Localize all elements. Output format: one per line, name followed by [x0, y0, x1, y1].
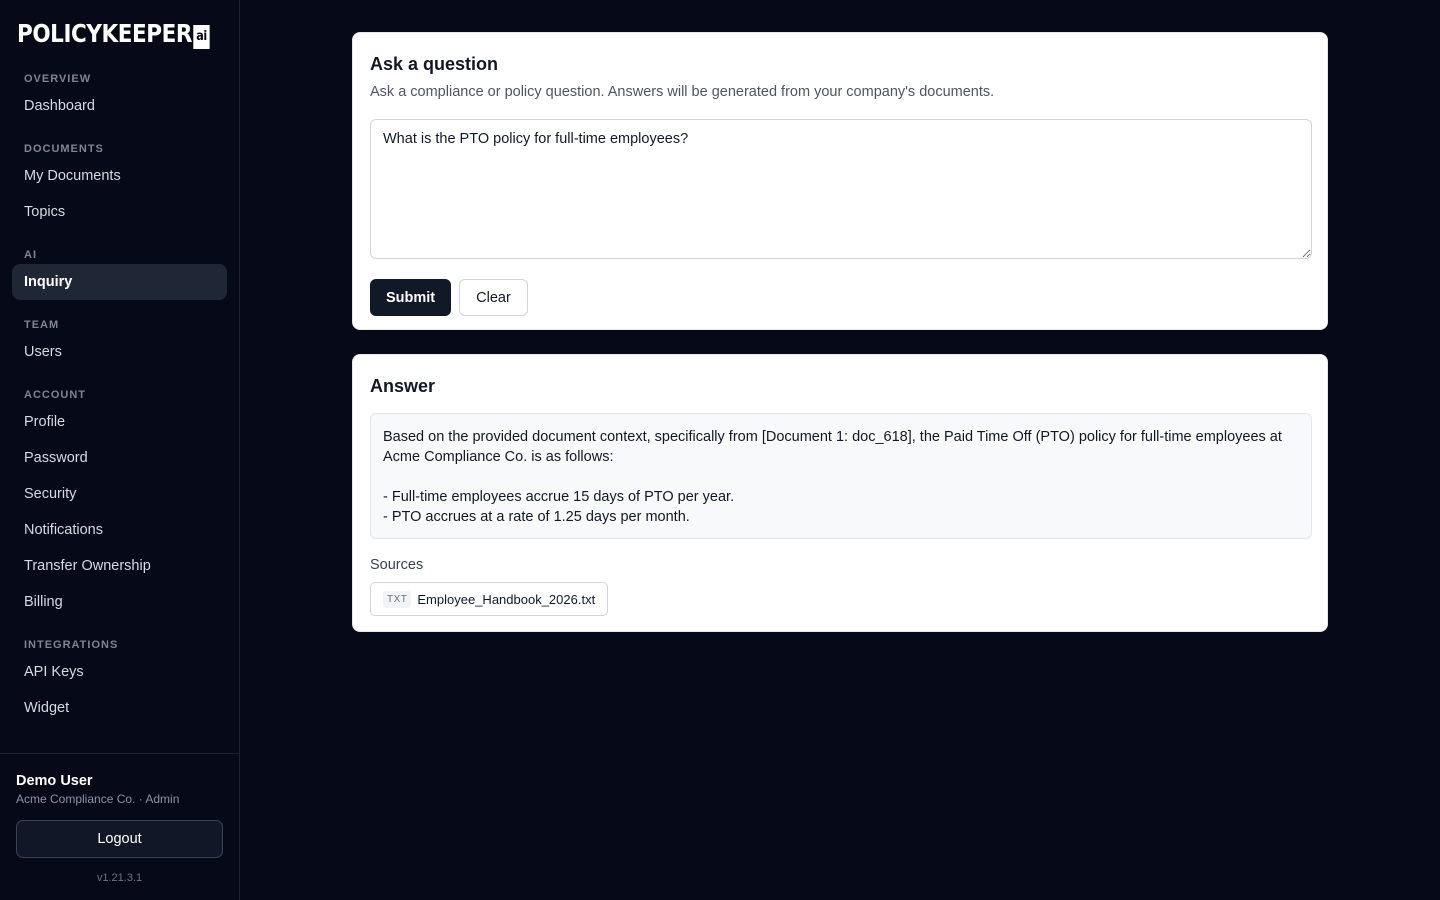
sidebar-item-billing[interactable]: Billing [12, 584, 227, 620]
sidebar-item-notifications[interactable]: Notifications [12, 512, 227, 548]
source-document-chip[interactable]: TXT Employee_Handbook_2026.txt [370, 582, 609, 616]
ask-question-card: Ask a question Ask a compliance or polic… [352, 32, 1328, 330]
sidebar-item-dashboard[interactable]: Dashboard [12, 88, 227, 124]
sources-label: Sources [370, 557, 424, 573]
sidebar-item-widget[interactable]: Widget [12, 690, 227, 726]
nav-section: AI Inquiry [12, 242, 227, 300]
logout-button[interactable]: Logout [16, 820, 223, 858]
sidebar-item-profile[interactable]: Profile [12, 404, 227, 440]
answer-line: - PTO accrues at a rate of 1.25 days per… [383, 509, 690, 525]
sidebar-item-transfer-ownership[interactable]: Transfer Ownership [12, 548, 227, 584]
sidebar-footer: Demo User Acme Compliance Co. · Admin Lo… [0, 753, 239, 900]
sidebar-item-users[interactable]: Users [12, 334, 227, 370]
sidebar-item-security[interactable]: Security [12, 476, 227, 512]
nav-section: DOCUMENTS My Documents Topics [12, 136, 227, 230]
answer-line [383, 467, 1299, 487]
nav-section: TEAM Users [12, 312, 227, 370]
main-content: Ask a question Ask a compliance or polic… [240, 0, 1440, 900]
answer-line: - Full-time employees accrue 15 days of … [383, 489, 735, 505]
nav-section-heading: ACCOUNT [24, 389, 86, 401]
sidebar-item-api-keys[interactable]: API Keys [12, 654, 227, 690]
app-version: v1.21.3.1 [96, 872, 143, 884]
answer-text: Based on the provided document context, … [370, 413, 1312, 539]
answer-title: Answer [370, 376, 436, 396]
nav-section-heading: INTEGRATIONS [24, 639, 119, 651]
clear-button[interactable]: Clear [459, 279, 528, 316]
sidebar: POLICYKEEPER ai OVERVIEW Dashboard DOCUMENT… [0, 0, 240, 900]
sidebar-item-password[interactable]: Password [12, 440, 227, 476]
nav-section-heading: AI [24, 249, 37, 261]
sidebar-item-topics[interactable]: Topics [12, 194, 227, 230]
ask-title: Ask a question [370, 54, 499, 74]
brand-logo[interactable]: POLICYKEEPER ai [0, 0, 239, 66]
user-name: Demo User [16, 773, 93, 789]
answer-card: Answer Based on the provided document co… [352, 354, 1328, 632]
nav-section: ACCOUNT Profile Password Security Notificati… [12, 382, 227, 620]
nav-section: OVERVIEW Dashboard [12, 66, 227, 124]
question-input[interactable]: What is the PTO policy for full-time emp… [370, 119, 1312, 259]
file-type-badge: TXT [383, 590, 412, 608]
nav-section: INTEGRATIONS API Keys Widget [12, 632, 227, 726]
nav-section-heading: OVERVIEW [24, 73, 92, 85]
user-org-role: Acme Compliance Co. · Admin [16, 792, 180, 806]
nav-section-heading: DOCUMENTS [24, 143, 104, 155]
sidebar-item-my-documents[interactable]: My Documents [12, 158, 227, 194]
sidebar-nav: OVERVIEW Dashboard DOCUMENTS My Documents To… [0, 66, 239, 728]
source-file-name: Employee_Handbook_2026.txt [417, 591, 596, 607]
sidebar-item-inquiry[interactable]: Inquiry [12, 264, 227, 300]
ask-description: Ask a compliance or policy question. Ans… [370, 84, 995, 100]
brand-badge: ai [193, 25, 210, 49]
answer-line: Based on the provided document context, … [383, 429, 1282, 465]
submit-button[interactable]: Submit [370, 279, 452, 316]
ask-actions: Submit Clear [370, 279, 1310, 316]
nav-section-heading: TEAM [24, 319, 60, 331]
brand-name: POLICYKEEPER ai [17, 20, 210, 49]
